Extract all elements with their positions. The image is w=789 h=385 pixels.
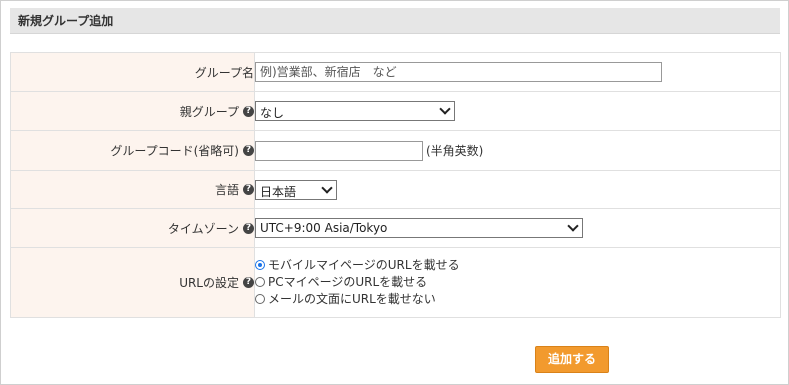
url-setting-field-cell: モバイルマイページのURLを載せる PCマイページのURLを載せる メールの文面… <box>254 247 781 318</box>
url-setting-label: URLの設定 <box>179 276 239 290</box>
group-name-field-cell <box>254 52 781 92</box>
chevron-down-icon <box>439 103 451 115</box>
chevron-down-icon <box>321 181 333 194</box>
panel-header: 新規グループ追加 <box>10 8 780 34</box>
timezone-selected: UTC+9:00 Asia/Tokyo <box>260 221 388 235</box>
group-code-label: グループコード(省略可) <box>110 144 239 158</box>
group-name-label: グループ名 <box>194 65 254 80</box>
help-icon[interactable]: ? <box>243 277 254 288</box>
form-row-language: 言語? 日本語 <box>10 170 781 209</box>
add-button[interactable]: 追加する <box>535 346 609 373</box>
url-setting-label-cell: URLの設定? <box>10 247 255 318</box>
language-selected: 日本語 <box>260 184 297 199</box>
parent-group-select[interactable]: なし <box>255 101 455 121</box>
radio-button[interactable] <box>255 293 265 304</box>
radio-label: モバイルマイページのURLを載せる <box>268 258 460 272</box>
language-label: 言語 <box>214 183 239 197</box>
timezone-field-cell: UTC+9:00 Asia/Tokyo <box>254 208 781 248</box>
parent-group-selected: なし <box>260 106 285 120</box>
form-row-timezone: タイムゾーン? UTC+9:00 Asia/Tokyo <box>10 208 781 248</box>
help-icon[interactable]: ? <box>243 184 254 195</box>
panel-title: 新規グループ追加 <box>18 14 114 28</box>
chevron-down-icon <box>567 220 579 232</box>
timezone-select[interactable]: UTC+9:00 Asia/Tokyo <box>255 218 583 238</box>
form-row-url-setting: URLの設定? モバイルマイページのURLを載せる PCマイページのURLを載せ… <box>10 247 781 318</box>
form-row-group-code: グループコード(省略可)? (半角英数) <box>10 130 781 171</box>
group-form: グループ名 親グループ? なし グループコード(省略可)? (半角英数) <box>10 52 781 318</box>
help-icon[interactable]: ? <box>243 222 254 234</box>
parent-group-label: 親グループ <box>179 104 239 119</box>
dialog-frame: 新規グループ追加 グループ名 親グループ? なし グループコー <box>0 0 789 385</box>
group-code-field-cell: (半角英数) <box>254 130 781 171</box>
radio-button-checked[interactable] <box>255 259 265 270</box>
radio-label: PCマイページのURLを載せる <box>268 275 428 289</box>
group-code-input[interactable] <box>255 140 423 161</box>
radio-option-none[interactable]: メールの文面にURLを載せない <box>255 291 780 308</box>
group-code-hint: (半角英数) <box>426 144 484 158</box>
language-field-cell: 日本語 <box>254 170 781 209</box>
timezone-label-cell: タイムゾーン? <box>10 208 255 248</box>
language-select[interactable]: 日本語 <box>255 179 337 200</box>
radio-label: メールの文面にURLを載せない <box>268 292 436 306</box>
help-icon[interactable]: ? <box>243 105 254 117</box>
radio-option-mobile[interactable]: モバイルマイページのURLを載せる <box>255 257 780 274</box>
parent-group-field-cell: なし <box>254 91 781 131</box>
help-icon[interactable]: ? <box>243 145 254 156</box>
parent-group-label-cell: 親グループ? <box>10 91 255 131</box>
radio-option-pc[interactable]: PCマイページのURLを載せる <box>255 274 780 291</box>
form-row-parent-group: 親グループ? なし <box>10 91 781 131</box>
radio-button[interactable] <box>255 276 265 287</box>
form-row-group-name: グループ名 <box>10 52 781 92</box>
group-name-input[interactable] <box>255 62 662 82</box>
timezone-label: タイムゾーン <box>167 221 239 236</box>
language-label-cell: 言語? <box>10 170 255 209</box>
group-name-label-cell: グループ名 <box>10 52 255 92</box>
group-code-label-cell: グループコード(省略可)? <box>10 130 255 171</box>
